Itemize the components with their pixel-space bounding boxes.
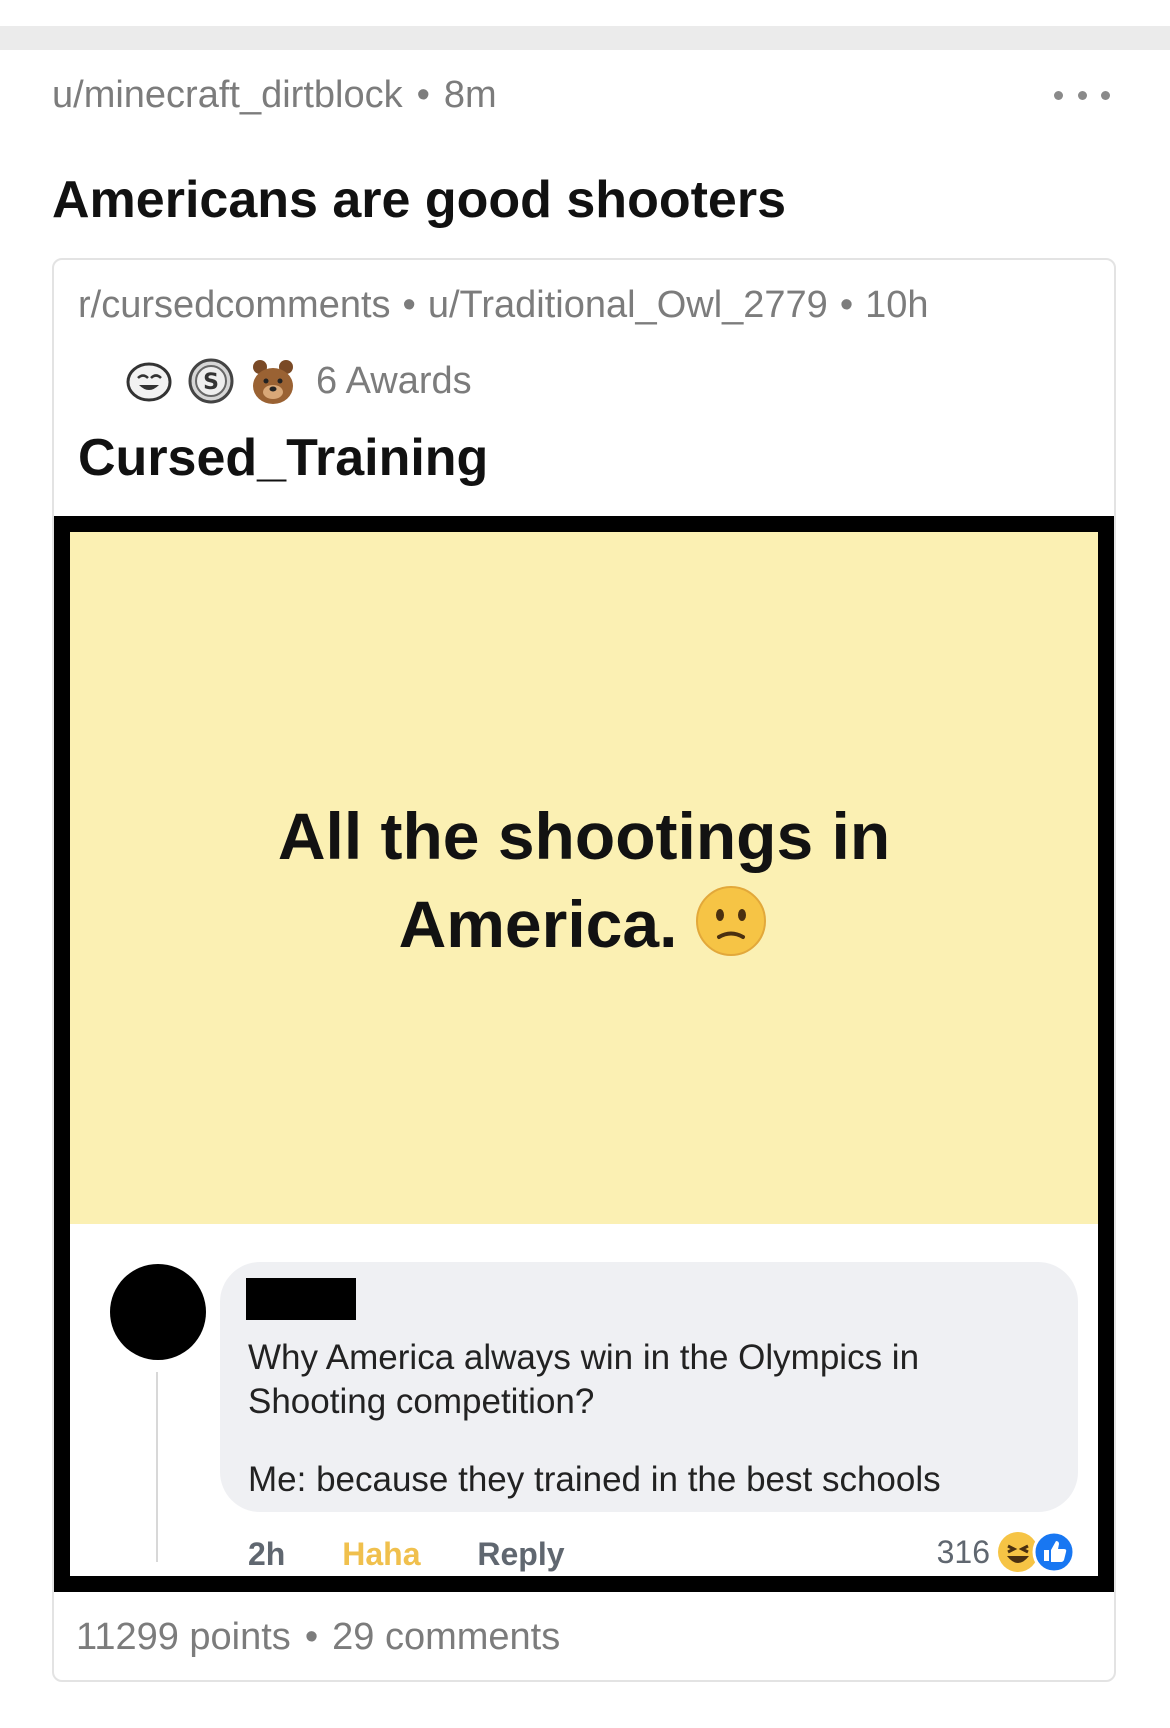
crosspost-title[interactable]: Cursed_Training — [78, 428, 488, 488]
crosspost-meta: r/cursedcomments • u/Traditional_Owl_2779 •… — [78, 284, 929, 327]
thread-line — [156, 1372, 158, 1562]
more-options-button[interactable] — [1054, 80, 1110, 110]
comment-actions: 2h Haha Reply — [248, 1536, 613, 1573]
meta-separator: • — [402, 284, 416, 326]
post-image[interactable]: All the shootings in America. Why Americ… — [54, 516, 1114, 1592]
post-meta: u/minecraft_dirtblock • 8m — [52, 74, 497, 117]
crosspost-footer: 11299 points • 29 comments — [76, 1616, 560, 1659]
crosspost-author[interactable]: u/Traditional_Owl_2779 — [428, 284, 828, 326]
post-author[interactable]: u/minecraft_dirtblock — [52, 74, 403, 116]
haha-button: Haha — [342, 1536, 421, 1572]
comment-text: Why America always win in the Olympics i… — [248, 1338, 920, 1421]
status-line-2-row: America. — [70, 880, 1098, 968]
status-line-1: All the shootings in — [277, 799, 891, 873]
comments-link[interactable]: 29 comments — [332, 1616, 560, 1658]
crosspost-subreddit[interactable]: r/cursedcomments — [78, 284, 391, 326]
status-panel: All the shootings in America. — [70, 532, 1098, 1224]
dot-icon — [1101, 90, 1110, 100]
laughing-award-icon — [126, 362, 172, 402]
comment-bubble: Why America always win in the Olympics i… — [220, 1262, 1078, 1512]
silver-award-icon: S — [188, 358, 234, 404]
redacted-name — [246, 1278, 356, 1320]
like-reaction-icon — [1032, 1530, 1076, 1574]
awards-count: 6 Awards — [316, 359, 472, 402]
comment-reply-text: Me: because they trained in the best sch… — [248, 1460, 941, 1499]
dot-icon — [1077, 90, 1087, 100]
comment-time: 2h — [248, 1536, 286, 1572]
points-count: 11299 points — [76, 1616, 291, 1658]
post-age: 8m — [443, 74, 497, 116]
reactions: 316 — [937, 1530, 1076, 1574]
svg-text:S: S — [203, 370, 219, 395]
awards-row[interactable]: S 6 Awards — [124, 354, 472, 408]
bear-award-icon — [253, 360, 293, 404]
meta-separator: • — [304, 1616, 319, 1658]
reaction-count: 316 — [936, 1533, 990, 1570]
top-strip — [0, 26, 1170, 50]
screenshot-content: All the shootings in America. Why Americ… — [70, 532, 1098, 1576]
crosspost-age: 10h — [865, 284, 929, 326]
avatar — [110, 1264, 206, 1360]
status-text: All the shootings in America. — [70, 792, 1098, 968]
post-title[interactable]: Americans are good shooters — [52, 170, 786, 230]
confused-face-emoji-icon — [696, 886, 767, 956]
reply-button: Reply — [477, 1536, 565, 1572]
dot-icon — [1054, 90, 1063, 100]
crosspost-card[interactable]: r/cursedcomments • u/Traditional_Owl_2779 •… — [52, 258, 1116, 1682]
status-line-2: America. — [398, 887, 678, 961]
meta-separator: • — [839, 284, 854, 326]
meta-separator: • — [416, 74, 430, 116]
